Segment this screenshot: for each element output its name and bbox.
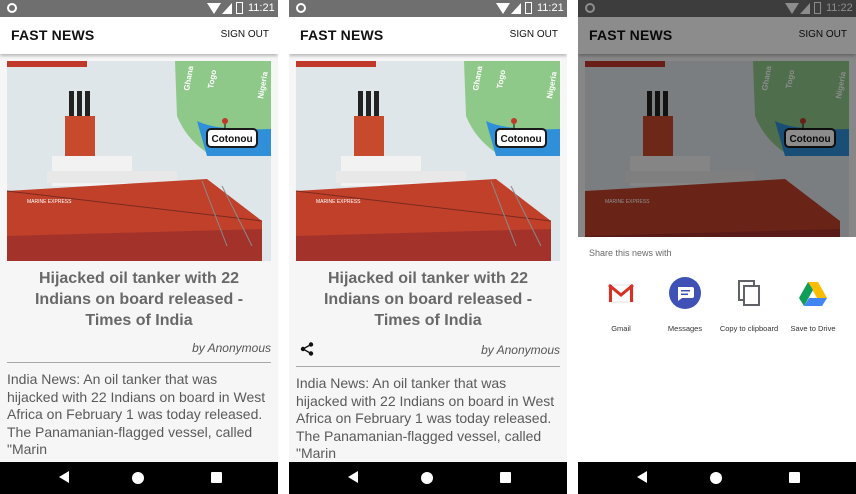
app-title: FAST NEWS <box>11 27 95 43</box>
back-icon[interactable] <box>59 471 69 483</box>
app-bar: FAST NEWS SIGN OUT <box>289 17 567 54</box>
scrim-overlay[interactable] <box>578 0 856 237</box>
notification-icon <box>7 3 17 13</box>
ship-name: MARINE EXPRESS <box>27 199 72 205</box>
app-bar: FAST NEWS SIGN OUT <box>0 17 278 54</box>
recents-icon[interactable] <box>789 472 800 483</box>
battery-icon <box>236 2 243 14</box>
signal-icon <box>222 3 232 14</box>
signal-icon <box>511 3 521 14</box>
share-sheet-title: Share this news with <box>589 248 672 258</box>
share-target-label: Save to Drive <box>790 324 836 333</box>
article-body: India News: An oil tanker that was hijac… <box>7 371 266 457</box>
share-icon[interactable] <box>300 342 314 356</box>
share-bottom-sheet: Share this news with Gmail Messages Copy… <box>578 237 856 462</box>
wifi-icon <box>496 3 510 14</box>
article-image: Ghana Togo Nigeria Cotonou MARINE EXPRES… <box>296 61 560 261</box>
back-icon[interactable] <box>348 471 358 483</box>
map-label-cotonou: Cotonou <box>211 134 252 145</box>
share-target-label: Gmail <box>611 324 631 333</box>
article-headline[interactable]: Hijacked oil tanker with 22 Indians on b… <box>299 268 557 331</box>
sign-out-button[interactable]: SIGN OUT <box>510 29 558 40</box>
sign-out-button[interactable]: SIGN OUT <box>221 29 269 40</box>
phone-screen-article: 11:21 FAST NEWS SIGN OUT Ghana Togo Nige… <box>0 0 278 494</box>
phone-screen-article-share: 11:21 FAST NEWS SIGN OUT Ghana Togo Nige… <box>289 0 567 494</box>
share-target-label: Copy to clipboard <box>719 324 779 333</box>
share-target-label: Messages <box>667 324 703 333</box>
wifi-icon <box>207 3 221 14</box>
messages-icon <box>669 277 701 309</box>
share-target-drive[interactable]: Save to Drive <box>778 277 848 333</box>
share-target-gmail[interactable]: Gmail <box>586 277 656 333</box>
navigation-bar <box>0 462 278 494</box>
navigation-bar <box>578 462 856 494</box>
article-image: Ghana Togo Nigeria Cotonou MARINE EXPRES… <box>7 61 271 261</box>
ship-name: MARINE EXPRESS <box>316 199 361 205</box>
copy-icon <box>738 280 760 306</box>
gmail-icon <box>608 283 634 303</box>
navigation-bar <box>289 462 567 494</box>
share-target-messages[interactable]: Messages <box>650 277 720 333</box>
phone-screen-share-sheet: 11:22 FAST NEWS SIGN OUT Ghana Togo Nige… <box>578 0 856 494</box>
share-target-clipboard[interactable]: Copy to clipboard <box>714 277 784 333</box>
home-icon[interactable] <box>132 472 144 484</box>
article-headline[interactable]: Hijacked oil tanker with 22 Indians on b… <box>10 268 268 331</box>
recents-icon[interactable] <box>500 472 511 483</box>
battery-icon <box>525 2 532 14</box>
status-bar: 11:21 <box>289 0 567 17</box>
app-title: FAST NEWS <box>300 27 384 43</box>
status-time: 11:21 <box>248 2 275 14</box>
divider <box>7 362 271 363</box>
article-body: India News: An oil tanker that was hijac… <box>296 375 555 461</box>
status-bar: 11:21 <box>0 0 278 17</box>
divider <box>296 366 560 367</box>
article-byline: by Anonymous <box>192 341 271 355</box>
back-icon[interactable] <box>637 471 647 483</box>
article-byline: by Anonymous <box>481 343 560 357</box>
home-icon[interactable] <box>710 472 722 484</box>
status-time: 11:21 <box>537 2 564 14</box>
notification-icon <box>296 3 306 13</box>
map-label-cotonou: Cotonou <box>500 134 541 145</box>
home-icon[interactable] <box>421 472 433 484</box>
recents-icon[interactable] <box>211 472 222 483</box>
drive-icon <box>799 282 827 306</box>
